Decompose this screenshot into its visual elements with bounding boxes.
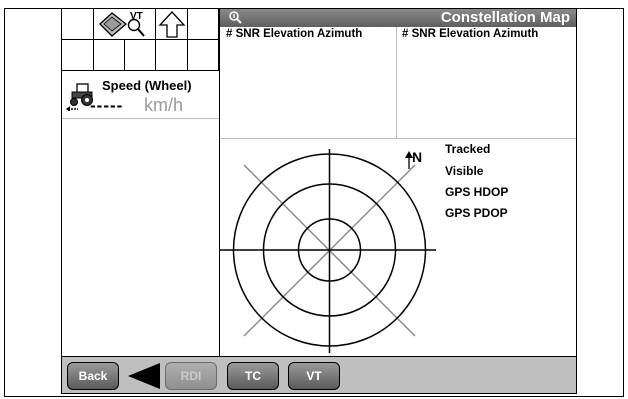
- vt-small-label: VT: [130, 11, 143, 22]
- up-arrow-icon: [158, 11, 186, 38]
- terminal-screen: VT Speed (Wheel) ----- km/h Constellatio…: [61, 8, 577, 394]
- speed-title: Speed (Wheel): [102, 78, 192, 93]
- toolbar-empty-cell: [125, 40, 156, 71]
- tc-button-label: TC: [245, 369, 261, 383]
- title-bar: Constellation Map: [220, 9, 576, 27]
- north-label: N: [412, 149, 423, 165]
- info-magnifier-icon[interactable]: [228, 10, 242, 24]
- legend-tracked: Tracked: [445, 142, 491, 156]
- toolbar-empty-cell: [156, 40, 188, 71]
- speed-unit: km/h: [144, 95, 184, 115]
- previous-arrow-icon[interactable]: [126, 362, 162, 390]
- satellite-table-header-left: # SNR Elevation Azimuth: [226, 28, 363, 40]
- left-panel: VT Speed (Wheel) ----- km/h: [62, 9, 220, 356]
- toolbar-empty-cell: [62, 40, 94, 71]
- toolbar-grid: VT: [62, 9, 219, 71]
- rdi-button-label: RDI: [180, 369, 202, 383]
- legend-gps-pdop: GPS PDOP: [445, 206, 508, 220]
- table-divider: [396, 27, 397, 138]
- back-button[interactable]: Back: [67, 362, 119, 390]
- legend-gps-hdop: GPS HDOP: [445, 185, 509, 199]
- speed-value: -----: [90, 96, 124, 115]
- toolbar-empty-cell: [188, 40, 219, 71]
- display-settings-button[interactable]: VT: [94, 9, 156, 40]
- back-button-label: Back: [78, 369, 108, 383]
- toolbar-empty-cell: [62, 9, 94, 40]
- toolbar-empty-cell: [188, 9, 219, 40]
- rdi-button[interactable]: RDI: [165, 362, 217, 390]
- sky-plot: [220, 149, 436, 353]
- vt-button[interactable]: VT: [288, 362, 340, 390]
- display-settings-icon: VT: [99, 11, 145, 37]
- up-arrow-button[interactable]: [156, 9, 188, 40]
- legend-visible: Visible: [445, 164, 484, 178]
- satellite-table-header-right: # SNR Elevation Azimuth: [402, 28, 539, 40]
- vt-button-label: VT: [306, 369, 322, 383]
- page-title: Constellation Map: [440, 9, 570, 26]
- speed-widget[interactable]: Speed (Wheel) ----- km/h: [62, 71, 219, 119]
- bottom-softkey-bar: Back RDI TC VT: [62, 356, 576, 393]
- tc-button[interactable]: TC: [227, 362, 279, 390]
- toolbar-empty-cell: [94, 40, 125, 71]
- constellation-panel: Constellation Map # SNR Elevation Azimut…: [220, 9, 576, 356]
